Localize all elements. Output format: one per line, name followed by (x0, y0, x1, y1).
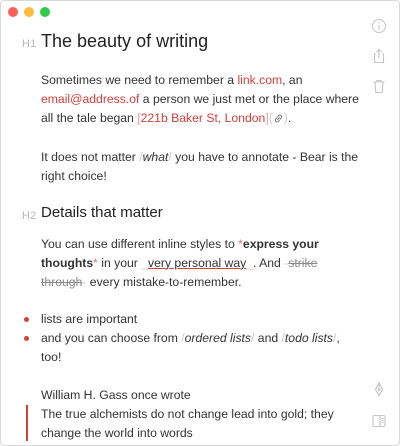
quote-intro: William H. Gass once wrote (41, 386, 361, 405)
md-underscore: _ (141, 256, 149, 270)
note-editor[interactable]: H1 The beauty of writing Sometimes we ne… (1, 1, 361, 445)
sidebar-toggle-icon[interactable] (371, 413, 387, 429)
link-url[interactable]: link.com (237, 73, 282, 87)
text: You can use different inline styles to (41, 237, 239, 251)
blockquote: The true alchemists do not change lead i… (41, 405, 361, 443)
h2-marker: H2 (22, 210, 37, 222)
text: in your (97, 256, 142, 270)
italic-text: what (142, 150, 169, 164)
list-bullet (24, 317, 29, 322)
quote-text: The true alchemists do not change lead i… (41, 407, 334, 440)
info-icon[interactable] (371, 18, 387, 34)
h1-title: The beauty of writing (41, 31, 209, 51)
address-link[interactable]: 221b Baker St, London (141, 111, 266, 125)
text: . And (253, 256, 285, 270)
heading-1: The beauty of writing (41, 31, 208, 52)
italic-text: ordered lists (184, 331, 252, 345)
h1-marker: H1 (22, 38, 37, 50)
quote-intro-text: William H. Gass once wrote (41, 388, 191, 402)
app-window: H1 The beauty of writing Sometimes we ne… (0, 0, 400, 446)
email-link[interactable]: email@address.of (41, 92, 139, 106)
text: , an (282, 73, 303, 87)
text: and you can choose from (41, 331, 182, 345)
list-bullet (24, 336, 29, 341)
underlined-text: very personal way (148, 256, 247, 270)
trash-icon[interactable] (371, 78, 387, 94)
paragraph-links: Sometimes we need to remember a link.com… (41, 71, 361, 128)
md-underscore: _ (246, 256, 254, 270)
heading-2: Details that matter (41, 204, 163, 221)
text: every mistake-to-remember. (86, 275, 242, 289)
pen-icon[interactable] (371, 381, 387, 397)
list-item: and you can choose from /ordered lists/ … (41, 329, 361, 367)
share-icon[interactable] (371, 48, 387, 64)
paragraph-italic: It does not matter /what/ you have to an… (41, 148, 361, 186)
list-item: lists are important (41, 310, 361, 329)
text: . (287, 111, 292, 125)
h2-title: Details that matter (41, 204, 163, 221)
italic-text: todo lists (284, 331, 334, 345)
text: It does not matter (41, 150, 140, 164)
list-item-text: lists are important (41, 312, 138, 326)
quote-bar (26, 405, 28, 441)
link-chain-icon[interactable] (273, 111, 284, 123)
text: and (254, 331, 282, 345)
text: Sometimes we need to remember a (41, 73, 238, 87)
paragraph-styles: You can use different inline styles to *… (41, 235, 361, 292)
